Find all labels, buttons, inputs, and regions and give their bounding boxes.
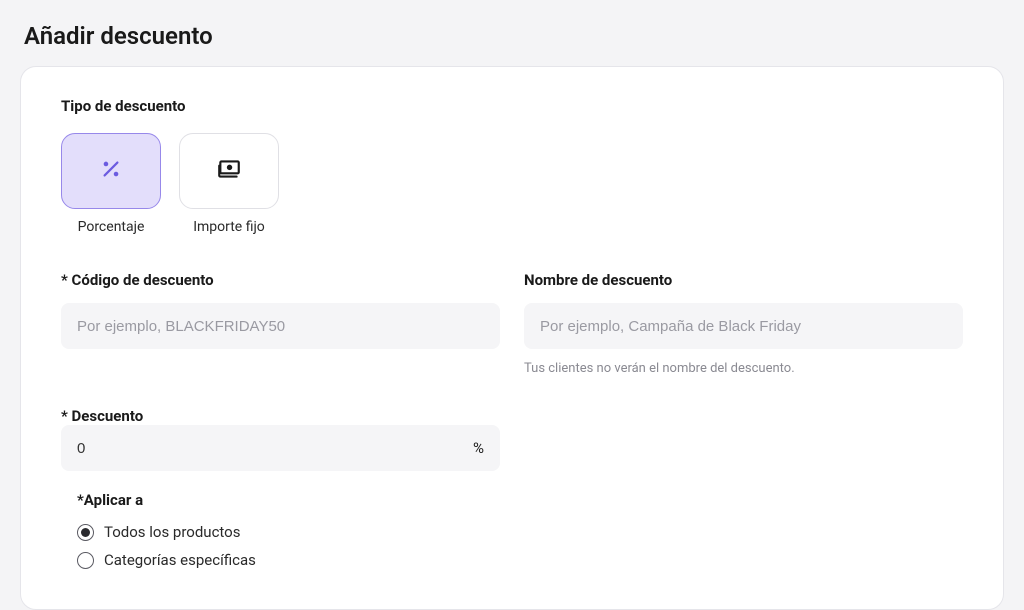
name-column: Nombre de descuento Tus clientes no verá… [524,271,963,376]
radio-label-specific: Categorías específicas [104,551,256,569]
apply-radio-specific[interactable]: Categorías específicas [77,551,500,569]
type-caption-percentage: Porcentaje [78,219,145,235]
page-title: Añadir descuento [0,0,1024,66]
code-column: * Código de descuento [61,271,500,376]
discount-amount-label: * Descuento [61,407,143,425]
percent-icon [100,158,122,184]
apply-to-section: *Aplicar a Todos los productos Categoría… [61,491,500,569]
radio-label-all: Todos los productos [104,523,240,541]
discount-input-wrap: % [61,425,500,471]
discount-type-options: Porcentaje Importe fijo [61,133,963,235]
type-box-percentage[interactable] [61,133,161,209]
discount-code-input[interactable] [61,303,500,349]
discount-form-card: Tipo de descuento Porcentaje [20,66,1004,610]
discount-type-label: Tipo de descuento [61,97,963,115]
type-caption-fixed: Importe fijo [193,219,265,235]
name-label: Nombre de descuento [524,271,963,289]
code-name-row: * Código de descuento Nombre de descuent… [61,271,963,376]
radio-icon [77,524,94,541]
apply-to-label: *Aplicar a [77,491,500,509]
type-option-fixed: Importe fijo [179,133,279,235]
code-label: * Código de descuento [61,271,500,289]
discount-amount-input[interactable] [61,425,500,471]
type-option-percentage: Porcentaje [61,133,161,235]
type-box-fixed[interactable] [179,133,279,209]
apply-radio-all[interactable]: Todos los productos [77,523,500,541]
radio-icon [77,552,94,569]
name-help-text: Tus clientes no verán el nombre del desc… [524,361,963,376]
discount-column: * Descuento % *Aplicar a Todos los produ… [61,406,500,569]
discount-name-input[interactable] [524,303,963,349]
money-icon [216,156,242,186]
